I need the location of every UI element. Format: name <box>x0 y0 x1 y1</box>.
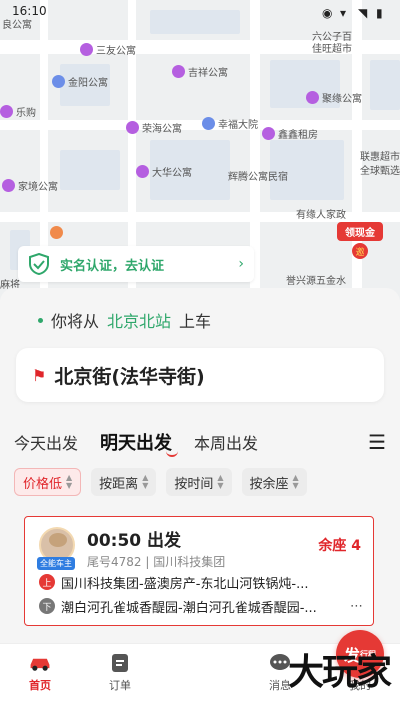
battery-icon: ▮ <box>376 6 383 20</box>
hotel-pin-icon <box>126 121 139 134</box>
from-suffix: 上车 <box>179 312 212 331</box>
filter-distance[interactable]: 按距离 ▲ ▼ <box>91 468 157 496</box>
status-bar: 16:10 ◉ ▾ ◥ ▮ <box>0 0 400 22</box>
poi-label: 乐购 <box>0 104 36 119</box>
poi-label: 聚缘公寓 <box>306 90 362 105</box>
hotel-pin-icon <box>136 165 149 178</box>
poi-label: 大华公寓 <box>136 164 192 179</box>
menu-icon[interactable]: ☰ <box>368 430 386 454</box>
cash-label: 领现金 <box>337 222 383 241</box>
sort-arrows-icon: ▲ ▼ <box>66 473 73 490</box>
sort-arrows-icon: ▲ ▼ <box>217 473 224 490</box>
poi-label: 誉兴源五金水 <box>286 276 346 287</box>
chevron-right-icon: › <box>238 256 244 272</box>
bottom-nav: 首页 订单 发行程 消息 我的 大玩家 <box>0 630 400 711</box>
trip-panel: 你将从 北京北站 上车 ⚑ 北京街(法华寺街) 今天出发 明天出发 本周出发 ☰… <box>0 288 400 643</box>
filter-label: 按时间 <box>174 476 214 492</box>
nav-home-label: 首页 <box>29 679 51 692</box>
destination-name: 北京街(法华寺街) <box>54 365 205 388</box>
poi-label: 全球甄选 <box>360 166 400 177</box>
tab-today[interactable]: 今天出发 <box>14 430 78 454</box>
poi-label: 家境公寓 <box>2 178 58 193</box>
nav-post-slot: 发行程 <box>160 630 384 711</box>
poi-label: 金阳公寓 <box>52 74 108 89</box>
alight-route: 潮白河孔雀城香醍园-潮白河孔雀城香醍园-... <box>61 600 317 616</box>
dot-icon <box>38 317 43 323</box>
from-prefix: 你将从 <box>51 312 100 331</box>
hotel-pin-icon <box>2 179 15 192</box>
location-pin-icon <box>50 226 63 239</box>
poi-label: 荣海公寓 <box>126 120 182 135</box>
hotel-pin-icon <box>80 43 93 56</box>
seats-remaining: 余座 4 <box>318 538 361 554</box>
poi-label: 幸福大院 <box>202 116 258 131</box>
driver-info: 尾号4782 | 国川科技集团 <box>87 555 226 569</box>
boarding-info: 你将从 北京北站 上车 <box>38 308 211 332</box>
car-icon <box>28 652 52 674</box>
poi-label: 有缘人家政 <box>296 210 346 221</box>
route-board: 上 国川科技集团-盛澳房产-东北山河铁锅炖-... <box>39 573 363 592</box>
hotel-pin-icon <box>0 105 13 118</box>
poi-label: 鑫鑫租房 <box>262 126 318 141</box>
building-pin-icon <box>52 75 65 88</box>
tab-tomorrow[interactable]: 明天出发 <box>100 429 179 457</box>
map-view[interactable]: 16:10 ◉ ▾ ◥ ▮ 良公寓 三友公寓 六公子百 佳旺超市 金阳公寓 吉祥… <box>0 0 400 300</box>
nav-orders-label: 订单 <box>109 679 131 692</box>
board-tag: 上 <box>39 574 55 590</box>
flag-icon: ⚑ <box>32 365 47 385</box>
filter-label: 按余座 <box>249 476 289 492</box>
sort-arrows-icon: ▲ ▼ <box>142 473 149 490</box>
poi-label: 三友公寓 <box>80 42 136 57</box>
verify-label: 实名认证，去认证 <box>60 258 165 274</box>
hotel-pin-icon <box>306 91 319 104</box>
filter-price[interactable]: 价格低 ▲ ▼ <box>14 468 82 496</box>
sort-arrows-icon: ▲ ▼ <box>292 473 299 490</box>
depart-time: 00:50 出发 <box>87 531 182 551</box>
watermark: 大玩家 <box>287 651 392 693</box>
poi-label: 佳旺超市 <box>312 44 352 55</box>
poi-label: 辉腾公寓民宿 <box>228 172 288 183</box>
status-time: 16:10 <box>12 4 47 18</box>
tab-this-week[interactable]: 本周出发 <box>194 430 258 454</box>
date-tabs: 今天出发 明天出发 本周出发 ☰ <box>14 428 386 457</box>
building-pin-icon <box>202 117 215 130</box>
filter-seats[interactable]: 按余座 ▲ ▼ <box>241 468 307 496</box>
hotel-pin-icon <box>262 127 275 140</box>
sort-filters: 价格低 ▲ ▼ 按距离 ▲ ▼ 按时间 ▲ ▼ 按余座 ▲ ▼ <box>14 468 307 496</box>
verify-banner[interactable]: 实名认证，去认证 › <box>18 246 254 282</box>
alight-tag: 下 <box>39 598 55 614</box>
shield-check-icon <box>29 253 49 275</box>
route-alight: 下 潮白河孔雀城香醍园-潮白河孔雀城香醍园-... ⋯ <box>39 597 363 616</box>
wifi-icon: ◥ <box>358 6 368 20</box>
cash-reward-badge[interactable]: 领现金 邀 <box>337 222 383 272</box>
board-route: 国川科技集团-盛澳房产-东北山河铁锅炖-... <box>61 576 309 592</box>
trip-card[interactable]: 全能车主 00:50 出发 余座 4 尾号4782 | 国川科技集团 上 国川科… <box>24 516 374 626</box>
document-icon <box>108 652 132 674</box>
nav-orders[interactable]: 订单 <box>80 644 160 711</box>
filter-label: 价格低 <box>23 476 63 492</box>
nav-home[interactable]: 首页 <box>0 644 80 711</box>
map-pin <box>50 226 63 239</box>
from-station[interactable]: 北京北站 <box>107 308 171 332</box>
location-icon: ◉ <box>322 6 333 20</box>
poi-label: 联惠超市 <box>360 152 400 163</box>
owner-badge: 全能车主 <box>37 557 75 570</box>
signal-icon: ▾ <box>340 6 347 20</box>
poi-label: 吉祥公寓 <box>172 64 228 79</box>
invite-coin-icon: 邀 <box>352 243 368 259</box>
filter-time[interactable]: 按时间 ▲ ▼ <box>166 468 232 496</box>
hotel-pin-icon <box>172 65 185 78</box>
filter-label: 按距离 <box>99 476 139 492</box>
more-icon[interactable]: ⋯ <box>350 599 363 614</box>
destination-card[interactable]: ⚑ 北京街(法华寺街) <box>16 348 384 402</box>
